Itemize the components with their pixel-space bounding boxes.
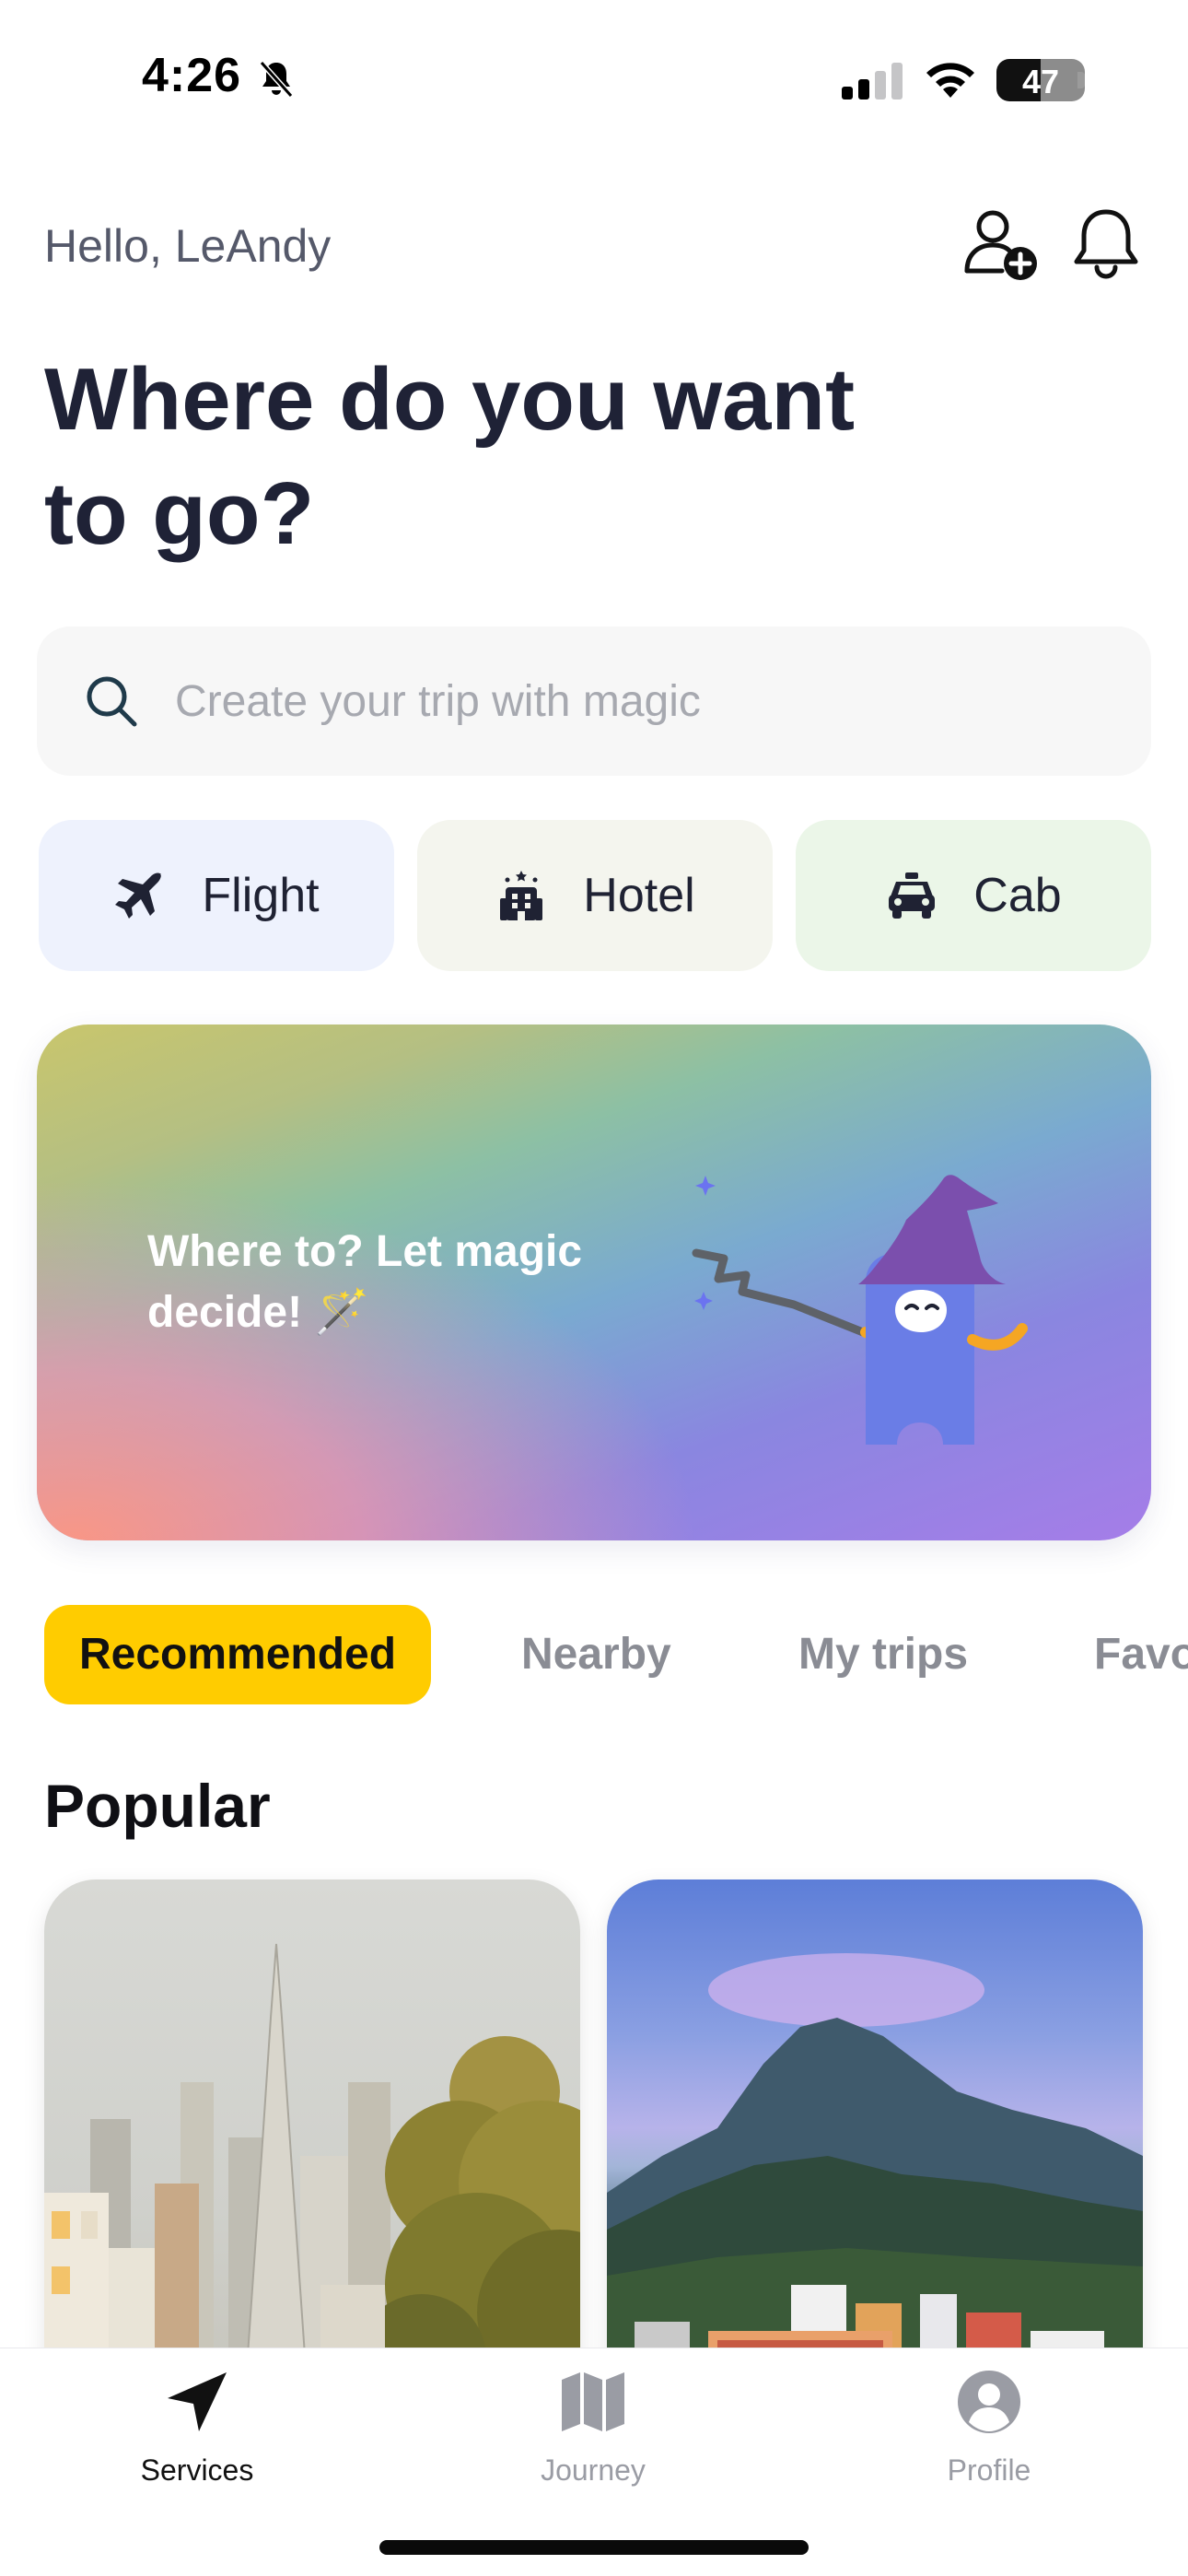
banner-text: Where to? Let magic decide! 🪄 <box>147 1227 583 1337</box>
magic-banner[interactable]: Where to? Let magic decide! 🪄 <box>37 1025 1151 1540</box>
category-flight-label: Flight <box>202 869 320 922</box>
taxi-icon <box>889 872 936 919</box>
navigation-arrow-icon <box>168 2372 227 2431</box>
tab-recommended[interactable]: Recommended <box>44 1605 431 1704</box>
nav-services-label: Services <box>140 2453 254 2487</box>
profile-icon <box>958 2371 1020 2433</box>
nav-journey[interactable]: Journey <box>483 2367 704 2505</box>
map-icon <box>562 2372 624 2431</box>
category-flight-button[interactable]: Flight <box>39 820 394 971</box>
tab-nearby[interactable]: Nearby <box>521 1605 671 1704</box>
tab-favorites[interactable]: Favo <box>1094 1605 1188 1704</box>
nav-services[interactable]: Services <box>87 2367 308 2505</box>
add-user-icon[interactable] <box>961 205 1041 284</box>
status-bar: 4:26 47 <box>0 0 1188 157</box>
hotel-icon <box>500 871 543 920</box>
search-bar[interactable] <box>37 626 1151 776</box>
wizard-mascot-icon <box>692 1175 1028 1445</box>
notification-bell-icon[interactable] <box>1068 205 1144 284</box>
battery-icon: 47 <box>996 59 1085 101</box>
nav-profile-label: Profile <box>947 2453 1031 2487</box>
page-title: Where do you want to go? <box>44 350 856 563</box>
airplane-icon <box>115 872 162 919</box>
category-cab-label: Cab <box>973 869 1062 922</box>
category-cab-button[interactable]: Cab <box>796 820 1151 971</box>
section-title: Popular <box>44 1772 271 1840</box>
battery-nub <box>1077 72 1085 88</box>
search-icon <box>87 676 137 727</box>
home-indicator <box>379 2540 809 2555</box>
nav-journey-label: Journey <box>541 2453 646 2487</box>
bell-muted-icon <box>259 61 294 98</box>
tab-my-trips[interactable]: My trips <box>798 1605 968 1704</box>
category-hotel-label: Hotel <box>583 869 695 922</box>
filter-tabs: Recommended Nearby My trips Favo <box>0 1605 1188 1706</box>
cellular-signal-icon <box>842 63 903 100</box>
category-hotel-button[interactable]: Hotel <box>417 820 773 971</box>
search-input[interactable] <box>175 626 1096 776</box>
greeting-text: Hello, LeAndy <box>44 220 332 272</box>
wifi-icon <box>926 63 974 98</box>
status-time: 4:26 <box>142 49 242 102</box>
nav-profile[interactable]: Profile <box>879 2367 1100 2505</box>
battery-level: 47 <box>1021 63 1060 100</box>
